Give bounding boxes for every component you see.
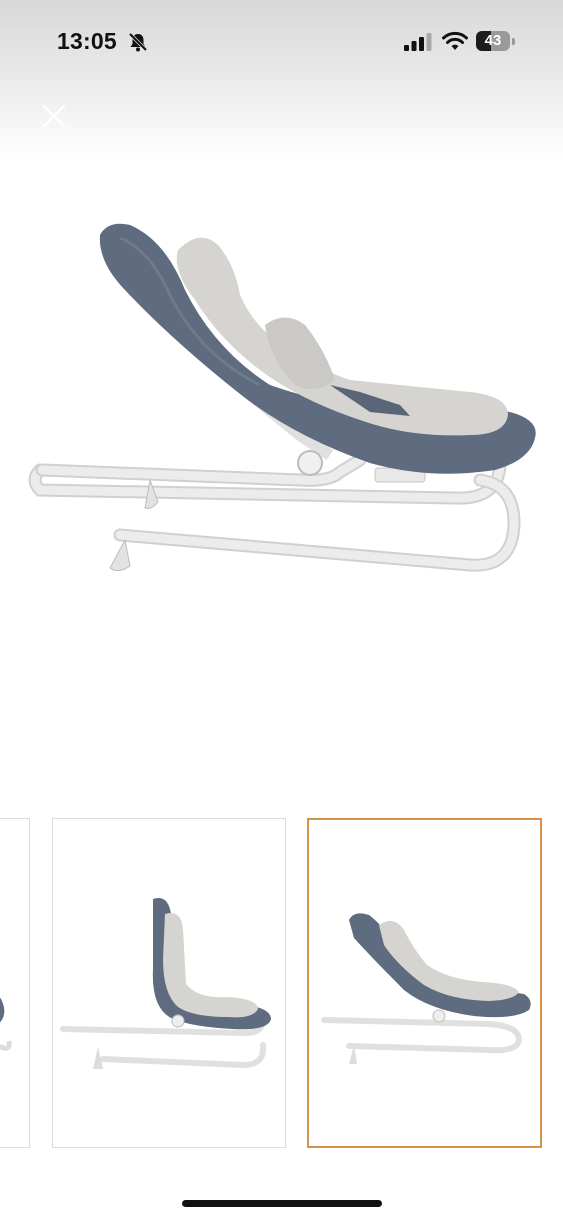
thumbnail-1[interactable] [0, 818, 30, 1148]
wifi-icon [442, 31, 468, 50]
header-fade [0, 86, 563, 160]
battery-icon: 43 [476, 31, 516, 53]
cellular-signal-icon [404, 33, 432, 51]
status-time: 13:05 [57, 28, 117, 54]
battery-level: 43 [484, 32, 502, 49]
home-indicator[interactable] [182, 1200, 382, 1207]
close-icon[interactable] [38, 100, 70, 132]
status-bar: 13:05 43 [0, 0, 563, 86]
thumbnail-3[interactable] [307, 818, 542, 1148]
product-image-main [28, 223, 536, 572]
thumbnail-2[interactable] [52, 818, 286, 1148]
bell-slash-icon [128, 32, 148, 52]
